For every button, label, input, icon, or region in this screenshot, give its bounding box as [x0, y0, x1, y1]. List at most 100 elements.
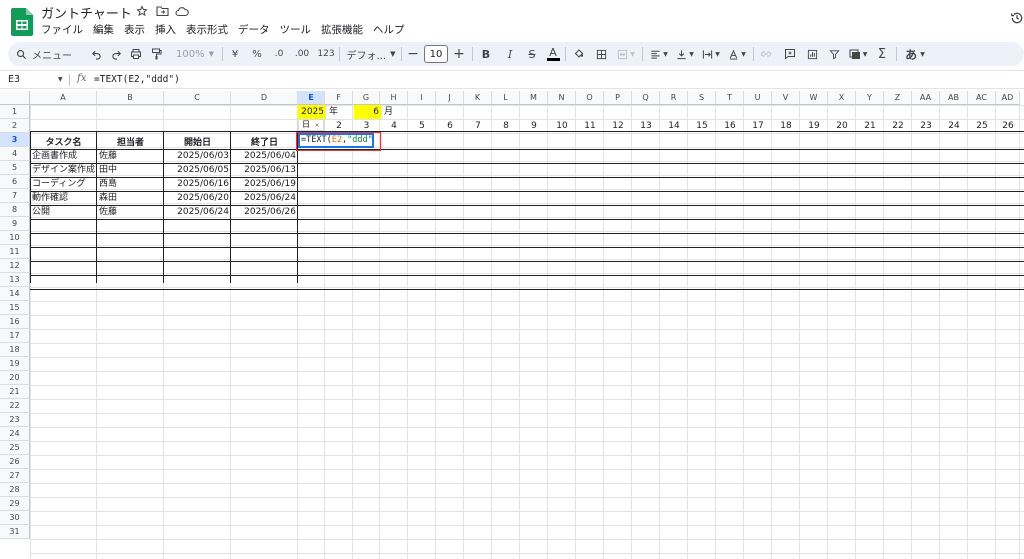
vertical-align-button[interactable]: ▼ [674, 42, 696, 66]
task-owner-cell[interactable]: 森田 [97, 191, 164, 205]
column-header-y[interactable]: Y [856, 91, 884, 105]
row-header-20[interactable]: 20 [0, 371, 30, 385]
cell-year[interactable]: 2025 [297, 105, 326, 119]
column-header-w[interactable]: W [800, 91, 828, 105]
merge-cells-button[interactable]: ▼ [614, 42, 638, 66]
column-header-b[interactable]: B [97, 91, 164, 105]
task-name-cell[interactable]: 動作確認 [30, 191, 97, 205]
row-header-19[interactable]: 19 [0, 357, 30, 371]
row-header-22[interactable]: 22 [0, 399, 30, 413]
move-folder-icon[interactable] [155, 4, 169, 18]
active-cell-editor[interactable]: =TEXT(E2,"ddd") [298, 133, 374, 148]
insert-link-button[interactable] [758, 42, 774, 66]
text-rotation-button[interactable]: ▼ [726, 42, 748, 66]
table-header-cell[interactable]: 開始日 [164, 136, 231, 150]
task-end-cell[interactable]: 2025/06/04 [231, 149, 298, 163]
task-end-cell[interactable]: 2025/06/19 [231, 177, 298, 191]
column-header-c[interactable]: C [164, 91, 231, 105]
menu-insert[interactable]: 挿入 [155, 22, 182, 38]
column-header-t[interactable]: T [716, 91, 744, 105]
insert-chart-button[interactable] [804, 42, 820, 66]
row-header-11[interactable]: 11 [0, 245, 30, 259]
cell-year-unit[interactable]: 年 [327, 105, 354, 119]
task-end-cell[interactable]: 2025/06/13 [231, 163, 298, 177]
cloud-saved-icon[interactable] [175, 4, 189, 18]
horizontal-align-button[interactable]: ▼ [648, 42, 670, 66]
column-header-z[interactable]: Z [884, 91, 912, 105]
task-name-cell[interactable]: デザイン案作成 [30, 163, 97, 177]
filter-button[interactable] [826, 42, 842, 66]
column-header-i[interactable]: I [408, 91, 436, 105]
column-header-n[interactable]: N [548, 91, 576, 105]
menu-file[interactable]: ファイル [41, 22, 89, 38]
row-header-7[interactable]: 7 [0, 189, 30, 203]
row-header-27[interactable]: 27 [0, 469, 30, 483]
menu-edit[interactable]: 編集 [93, 22, 120, 38]
row-header-30[interactable]: 30 [0, 511, 30, 525]
menu-data[interactable]: データ [238, 22, 276, 38]
task-start-cell[interactable]: 2025/06/20 [164, 191, 231, 205]
task-end-cell[interactable]: 2025/06/26 [231, 205, 298, 219]
menu-view[interactable]: 表示 [124, 22, 151, 38]
row-header-29[interactable]: 29 [0, 497, 30, 511]
star-icon[interactable] [135, 4, 149, 18]
input-tools-button[interactable]: あ ▼ [901, 42, 929, 66]
decrease-decimal-button[interactable]: .0 [270, 42, 288, 66]
increase-font-size-button[interactable]: + [452, 42, 466, 66]
column-header-g[interactable]: G [353, 91, 380, 105]
formula-input[interactable]: =TEXT(E2,"ddd") [94, 74, 180, 85]
column-header-ab[interactable]: AB [940, 91, 968, 105]
currency-format-button[interactable]: ¥ [228, 42, 242, 66]
column-header-x[interactable]: X [828, 91, 856, 105]
task-end-cell[interactable]: 2025/06/24 [231, 191, 298, 205]
task-owner-cell[interactable]: 西島 [97, 177, 164, 191]
undo-button[interactable] [88, 42, 104, 66]
menu-extensions[interactable]: 拡張機能 [321, 22, 369, 38]
task-start-cell[interactable]: 2025/06/16 [164, 177, 231, 191]
column-header-k[interactable]: K [464, 91, 492, 105]
bold-button[interactable]: B [478, 42, 494, 66]
task-start-cell[interactable]: 2025/06/03 [164, 149, 231, 163]
redo-button[interactable] [108, 42, 124, 66]
task-name-cell[interactable]: 企画書作成 [30, 149, 97, 163]
column-header-h[interactable]: H [380, 91, 408, 105]
cell-grid[interactable]: 2025 年 6 月 2 3 4 5 6 7 8 9 10 11 12 13 14 15 16 17 18 19 2… [30, 105, 1024, 559]
column-header-v[interactable]: V [772, 91, 800, 105]
row-header-1[interactable]: 1 [0, 105, 30, 119]
row-header-10[interactable]: 10 [0, 231, 30, 245]
print-button[interactable] [128, 42, 144, 66]
column-header-o[interactable]: O [576, 91, 604, 105]
column-header-ad[interactable]: AD [996, 91, 1020, 105]
column-header-q[interactable]: Q [632, 91, 660, 105]
menu-tools[interactable]: ツール [280, 22, 318, 38]
number-format-button[interactable]: 123 [316, 42, 336, 66]
column-header-m[interactable]: M [520, 91, 548, 105]
name-box[interactable]: E3 [8, 74, 20, 85]
table-header-cell[interactable]: 終了日 [231, 136, 298, 150]
document-title[interactable]: ガントチャート [41, 3, 132, 22]
select-all-corner[interactable] [0, 91, 30, 105]
task-start-cell[interactable]: 2025/06/05 [164, 163, 231, 177]
version-history-icon[interactable] [1010, 10, 1024, 24]
row-header-31[interactable]: 31 [0, 525, 30, 539]
column-header-p[interactable]: P [604, 91, 632, 105]
row-header-26[interactable]: 26 [0, 455, 30, 469]
sheets-logo-icon[interactable] [11, 8, 33, 36]
row-header-16[interactable]: 16 [0, 315, 30, 329]
task-name-cell[interactable]: コーディング [30, 177, 97, 191]
menu-format[interactable]: 表示形式 [186, 22, 234, 38]
increase-decimal-button[interactable]: .00 [292, 42, 312, 66]
row-header-5[interactable]: 5 [0, 161, 30, 175]
menu-search-button[interactable]: メニュー [16, 42, 90, 66]
decrease-font-size-button[interactable]: − [406, 42, 420, 66]
column-header-r[interactable]: R [660, 91, 688, 105]
task-owner-cell[interactable]: 佐藤 [97, 205, 164, 219]
font-size-input[interactable]: 10 [424, 45, 448, 63]
column-header-d[interactable]: D [231, 91, 298, 105]
row-header-28[interactable]: 28 [0, 483, 30, 497]
chevron-down-icon[interactable]: ▼ [58, 76, 63, 83]
column-header-ac[interactable]: AC [968, 91, 996, 105]
task-owner-cell[interactable]: 佐藤 [97, 149, 164, 163]
row-header-9[interactable]: 9 [0, 217, 30, 231]
row-header-13[interactable]: 13 [0, 273, 30, 287]
